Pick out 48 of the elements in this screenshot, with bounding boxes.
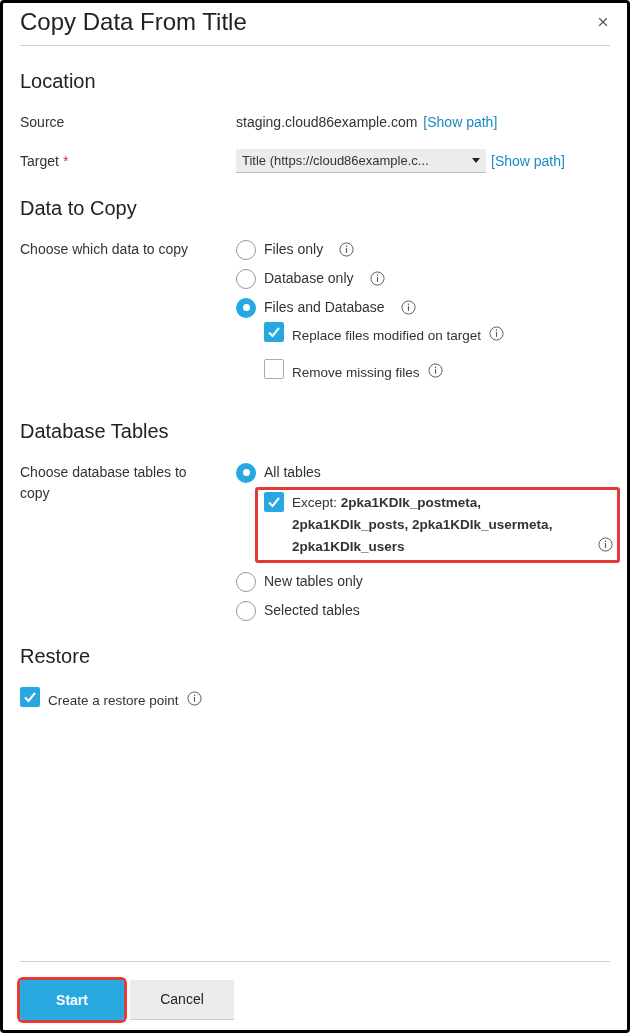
- source-value: staging.cloud86example.com: [236, 113, 418, 132]
- check-icon: [23, 690, 37, 704]
- check-icon: [267, 495, 281, 509]
- info-icon[interactable]: [598, 537, 613, 552]
- radio-button[interactable]: [236, 268, 256, 289]
- section-heading: Data to Copy: [20, 196, 138, 221]
- checkbox[interactable]: [264, 359, 284, 379]
- radio-label: All tables: [264, 463, 321, 482]
- checkbox-label: Replace files modified on target: [292, 327, 482, 345]
- radio-button[interactable]: [236, 239, 256, 260]
- show-path-link[interactable]: [Show path]: [491, 150, 565, 172]
- required-mark: *: [62, 151, 69, 171]
- section-heading: Database Tables: [20, 419, 170, 444]
- radio-label: New tables only: [264, 572, 363, 591]
- field-label: Target: [20, 151, 59, 171]
- dialog-title: Copy Data From Title: [20, 7, 247, 37]
- info-icon[interactable]: [369, 271, 385, 286]
- section-heading: Location: [20, 69, 97, 94]
- section-heading: Restore: [20, 644, 92, 669]
- checkbox[interactable]: [264, 322, 284, 342]
- close-icon[interactable]: [596, 15, 610, 29]
- info-icon[interactable]: [400, 300, 416, 315]
- radio-button[interactable]: [236, 462, 256, 483]
- info-icon[interactable]: [427, 363, 443, 378]
- radio-button[interactable]: [236, 600, 256, 621]
- field-label: Choose database tables to copy: [20, 463, 188, 503]
- info-icon[interactable]: [339, 242, 355, 257]
- info-icon[interactable]: [186, 691, 202, 706]
- checkbox-label: Create a restore point: [48, 692, 179, 710]
- checkbox-label: Except: 2pka1KDIk_postmeta, 2pka1KDIk_posts, 2pka1KDIk_usermeta, 2pka1KDIk_users: [292, 494, 554, 556]
- caret-icon: [472, 158, 480, 163]
- radio-label: Selected tables: [264, 601, 360, 620]
- check-icon: [267, 325, 281, 339]
- radio-label: Files and Database: [264, 298, 385, 317]
- field-label: Source: [20, 113, 66, 132]
- radio-button[interactable]: [236, 571, 256, 592]
- radio-label: Database only: [264, 269, 354, 288]
- checkbox-label: Remove missing files: [292, 364, 420, 382]
- target-dropdown[interactable]: Title (https://cloud86example.c...: [236, 149, 486, 173]
- radio-button[interactable]: [236, 297, 256, 318]
- field-label: Choose which data to copy: [20, 240, 190, 259]
- radio-label: Files only: [264, 240, 324, 259]
- checkbox[interactable]: [264, 492, 284, 512]
- checkbox[interactable]: [20, 687, 40, 707]
- info-icon[interactable]: [489, 326, 505, 341]
- cancel-button[interactable]: Cancel: [130, 980, 234, 1020]
- start-button[interactable]: Start: [20, 980, 124, 1020]
- show-path-link[interactable]: [Show path]: [423, 112, 498, 133]
